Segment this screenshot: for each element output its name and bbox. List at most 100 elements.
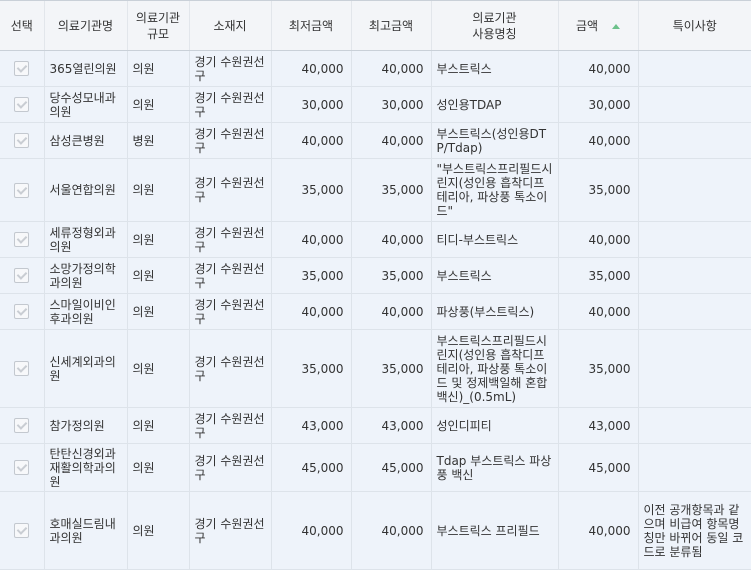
- cell-min-price: 35,000: [270, 257, 351, 294]
- cell-name: 참가정의원: [43, 407, 127, 444]
- cell-note: [637, 221, 751, 258]
- cell-select: [0, 329, 44, 408]
- cell-select: [0, 122, 44, 159]
- cell-location: 경기 수원권선구: [188, 50, 271, 87]
- cell-min-price: 40,000: [270, 50, 351, 87]
- cell-usage-name: 성인용TDAP: [430, 86, 558, 123]
- table-header-row: 선택 의료기관명 의료기관 규모 소재지 최저금액 최고금액 의료기관 사용명칭…: [0, 0, 751, 51]
- table-row[interactable]: 당수성모내과의원 의원 경기 수원권선구 30,000 30,000 성인용TDAP 30,…: [0, 86, 751, 123]
- cell-amount: 45,000: [557, 443, 638, 492]
- col-header-note[interactable]: 특이사항: [637, 0, 751, 51]
- cell-amount: 43,000: [557, 407, 638, 444]
- cell-max-price: 30,000: [350, 86, 431, 123]
- cell-min-price: 40,000: [270, 491, 351, 570]
- cell-amount: 40,000: [557, 293, 638, 330]
- cell-name: 탄탄신경외과재활의학과의원: [43, 443, 127, 492]
- cell-usage-name: 부스트릭스: [430, 257, 558, 294]
- col-header-scale[interactable]: 의료기관 규모: [126, 0, 189, 51]
- table-row[interactable]: 스마일이비인후과의원 의원 경기 수원권선구 40,000 40,000 파상풍(부스트릭…: [0, 293, 751, 330]
- cell-name: 삼성큰병원: [43, 122, 127, 159]
- select-checkbox[interactable]: [14, 232, 30, 247]
- cell-min-price: 30,000: [270, 86, 351, 123]
- cell-name: 스마일이비인후과의원: [43, 293, 127, 330]
- select-checkbox[interactable]: [14, 61, 30, 76]
- cell-min-price: 45,000: [270, 443, 351, 492]
- col-header-amount[interactable]: 금액: [557, 0, 638, 51]
- cell-select: [0, 221, 44, 258]
- cell-name: 신세계외과의원: [43, 329, 127, 408]
- table-row[interactable]: 삼성큰병원 병원 경기 수원권선구 40,000 40,000 부스트릭스(성인용DTP/…: [0, 122, 751, 159]
- cell-amount: 40,000: [557, 221, 638, 258]
- col-header-max-price[interactable]: 최고금액: [350, 0, 431, 51]
- cell-name: 호매실드림내과의원: [43, 491, 127, 570]
- col-header-min-price[interactable]: 최저금액: [270, 0, 351, 51]
- table-row[interactable]: 신세계외과의원 의원 경기 수원권선구 35,000 35,000 부스트릭스프리필드시린…: [0, 329, 751, 408]
- col-header-location[interactable]: 소재지: [188, 0, 271, 51]
- table-row[interactable]: 호매실드림내과의원 의원 경기 수원권선구 40,000 40,000 부스트릭스 프리필…: [0, 491, 751, 570]
- cell-location: 경기 수원권선구: [188, 158, 271, 222]
- select-checkbox[interactable]: [14, 268, 30, 283]
- cell-scale: 의원: [126, 491, 189, 570]
- col-header-usage-name[interactable]: 의료기관 사용명칭: [430, 0, 558, 51]
- col-header-select: 선택: [0, 0, 44, 51]
- cell-amount: 35,000: [557, 257, 638, 294]
- cell-scale: 의원: [126, 407, 189, 444]
- cell-amount: 40,000: [557, 50, 638, 87]
- cell-note: [637, 257, 751, 294]
- cell-name: 서울연합의원: [43, 158, 127, 222]
- table-row[interactable]: 365열린의원 의원 경기 수원권선구 40,000 40,000 부스트릭스 40,000: [0, 50, 751, 87]
- cell-usage-name: 성인디피티: [430, 407, 558, 444]
- cell-max-price: 40,000: [350, 293, 431, 330]
- select-checkbox[interactable]: [14, 304, 30, 319]
- cell-select: [0, 158, 44, 222]
- cell-usage-name: 부스트릭스(성인용DTP/Tdap): [430, 122, 558, 159]
- cell-note: [637, 122, 751, 159]
- price-table: 선택 의료기관명 의료기관 규모 소재지 최저금액 최고금액 의료기관 사용명칭…: [0, 0, 751, 570]
- table-row[interactable]: 탄탄신경외과재활의학과의원 의원 경기 수원권선구 45,000 45,000 Tdap …: [0, 443, 751, 492]
- cell-scale: 의원: [126, 86, 189, 123]
- col-header-name[interactable]: 의료기관명: [43, 0, 127, 51]
- select-checkbox[interactable]: [14, 182, 30, 198]
- select-checkbox[interactable]: [14, 460, 30, 475]
- cell-select: [0, 257, 44, 294]
- cell-min-price: 40,000: [270, 122, 351, 159]
- cell-scale: 의원: [126, 50, 189, 87]
- cell-amount: 35,000: [557, 329, 638, 408]
- cell-note: 이전 공개항목과 같으며 비급여 항목명칭만 바뀌어 동일 코드로 분류됨: [637, 491, 751, 570]
- select-checkbox[interactable]: [14, 523, 30, 538]
- select-checkbox[interactable]: [14, 361, 30, 376]
- cell-max-price: 35,000: [350, 329, 431, 408]
- cell-amount: 30,000: [557, 86, 638, 123]
- cell-location: 경기 수원권선구: [188, 443, 271, 492]
- cell-scale: 의원: [126, 158, 189, 222]
- select-checkbox[interactable]: [14, 418, 30, 433]
- cell-note: [637, 50, 751, 87]
- table-row[interactable]: 참가정의원 의원 경기 수원권선구 43,000 43,000 성인디피티 43,000: [0, 407, 751, 444]
- cell-name: 365열린의원: [43, 50, 127, 87]
- cell-max-price: 40,000: [350, 221, 431, 258]
- table-row[interactable]: 소망가정의학과의원 의원 경기 수원권선구 35,000 35,000 부스트릭스 35,0…: [0, 257, 751, 294]
- cell-select: [0, 50, 44, 87]
- cell-note: [637, 443, 751, 492]
- cell-min-price: 35,000: [270, 158, 351, 222]
- cell-name: 당수성모내과의원: [43, 86, 127, 123]
- cell-note: [637, 158, 751, 222]
- cell-usage-name: 파상풍(부스트릭스): [430, 293, 558, 330]
- cell-scale: 의원: [126, 443, 189, 492]
- cell-location: 경기 수원권선구: [188, 122, 271, 159]
- cell-max-price: 35,000: [350, 158, 431, 222]
- cell-min-price: 43,000: [270, 407, 351, 444]
- select-checkbox[interactable]: [14, 97, 30, 112]
- cell-select: [0, 443, 44, 492]
- sort-ascending-icon[interactable]: [612, 23, 621, 29]
- select-checkbox[interactable]: [14, 133, 30, 148]
- cell-select: [0, 86, 44, 123]
- cell-note: [637, 293, 751, 330]
- cell-location: 경기 수원권선구: [188, 86, 271, 123]
- table-row[interactable]: 서울연합의원 의원 경기 수원권선구 35,000 35,000 "부스트릭스프리필드시린…: [0, 158, 751, 222]
- cell-location: 경기 수원권선구: [188, 257, 271, 294]
- cell-min-price: 40,000: [270, 293, 351, 330]
- table-row[interactable]: 세류정형외과의원 의원 경기 수원권선구 40,000 40,000 티디-부스트릭스 40…: [0, 221, 751, 258]
- cell-name: 소망가정의학과의원: [43, 257, 127, 294]
- cell-usage-name: 부스트릭스프리필드시린지(성인용 흡착디프테리아, 파상풍 톡소이드 및 정제백…: [430, 329, 558, 408]
